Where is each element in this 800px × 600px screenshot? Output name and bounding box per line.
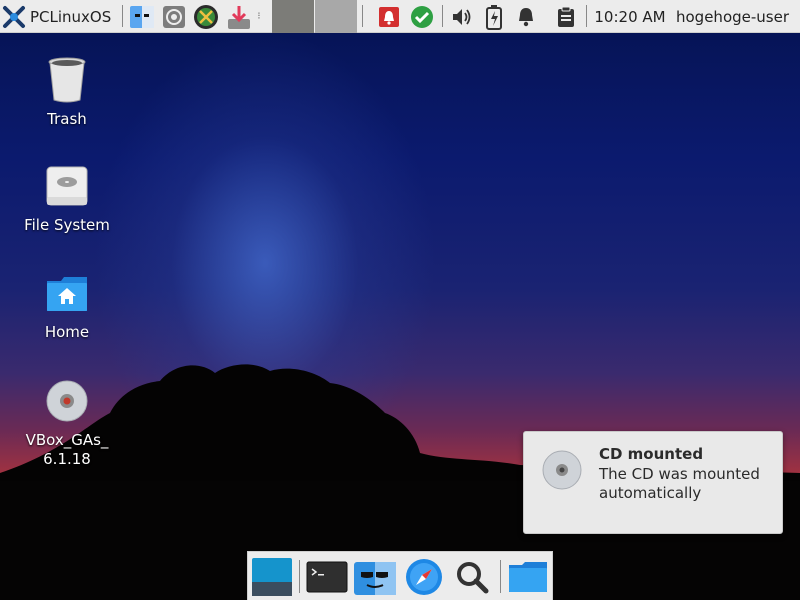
notification-alert-icon bbox=[379, 6, 399, 27]
notification-popup[interactable]: CD mounted The CD was mounted automatica… bbox=[523, 431, 783, 534]
desktop-icon-vbox-cd[interactable]: VBox_GAs_ 6.1.18 bbox=[12, 380, 122, 469]
update-check-icon bbox=[411, 5, 433, 28]
panel-separator bbox=[122, 5, 123, 27]
workspace-2[interactable] bbox=[315, 0, 357, 33]
bell-icon bbox=[519, 7, 533, 26]
cd-icon bbox=[542, 450, 582, 490]
desktop-icon-label-line2: 6.1.18 bbox=[43, 450, 91, 468]
applications-menu-button[interactable]: PCLinuxOS bbox=[2, 0, 120, 33]
desktop-icon-label: Trash bbox=[47, 110, 87, 128]
download-launcher[interactable] bbox=[225, 0, 253, 33]
battery-icon bbox=[486, 4, 502, 30]
web-browser-icon bbox=[406, 559, 442, 595]
xfce-tools-icon bbox=[194, 4, 218, 29]
search-icon bbox=[457, 562, 489, 594]
system-settings-icon bbox=[163, 5, 185, 28]
cd-icon bbox=[46, 380, 88, 422]
file-manager-button[interactable] bbox=[353, 556, 397, 598]
drive-icon bbox=[46, 166, 88, 206]
terminal-button[interactable] bbox=[305, 556, 349, 598]
user-menu[interactable]: hogehoge-user bbox=[676, 0, 800, 33]
folder-button[interactable] bbox=[506, 556, 550, 598]
pclinuxos-logo-icon bbox=[3, 5, 25, 28]
workspace-1[interactable] bbox=[272, 0, 314, 33]
desktop-icon-label: Home bbox=[44, 323, 90, 341]
panel-separator bbox=[442, 5, 443, 27]
volume-icon bbox=[453, 8, 471, 25]
web-browser-button[interactable] bbox=[402, 556, 446, 598]
desktop-icon-file-system[interactable]: File System bbox=[12, 165, 122, 235]
top-panel: PCLinuxOS ⁝ 10:20 AM hogehoge-user bbox=[0, 0, 800, 33]
notifications-button[interactable] bbox=[512, 0, 540, 33]
desktop-icon-label: File System bbox=[24, 216, 110, 234]
dock-separator bbox=[500, 560, 501, 593]
battery-button[interactable] bbox=[480, 0, 508, 33]
dock-separator bbox=[299, 560, 300, 593]
volume-button[interactable] bbox=[448, 0, 476, 33]
home-folder-icon bbox=[47, 277, 87, 311]
file-manager-icon bbox=[354, 562, 396, 595]
download-icon bbox=[228, 5, 250, 29]
settings-launcher[interactable] bbox=[160, 0, 188, 33]
dock bbox=[247, 551, 553, 600]
panel-separator bbox=[586, 5, 587, 27]
panel-handle-icon[interactable]: ⁝ bbox=[254, 0, 264, 33]
show-desktop-icon bbox=[252, 558, 292, 596]
clipboard-icon bbox=[558, 6, 574, 27]
clipboard-button[interactable] bbox=[552, 0, 580, 33]
notification-body: The CD was mounted automatically bbox=[599, 465, 760, 502]
finder-launcher[interactable] bbox=[128, 0, 156, 33]
menu-label: PCLinuxOS bbox=[30, 7, 112, 26]
update-check-button[interactable] bbox=[408, 0, 436, 33]
search-button[interactable] bbox=[450, 556, 494, 598]
tools-launcher[interactable] bbox=[192, 0, 220, 33]
panel-separator bbox=[362, 5, 363, 27]
notification-alert-button[interactable] bbox=[375, 0, 403, 33]
terminal-icon bbox=[306, 561, 348, 593]
show-desktop-button[interactable] bbox=[250, 556, 294, 598]
folder-icon bbox=[509, 562, 547, 592]
desktop-icon-trash[interactable]: Trash bbox=[12, 56, 122, 129]
desktop-icon-label-line1: VBox_GAs_ bbox=[25, 431, 109, 449]
desktop-icon-home[interactable]: Home bbox=[12, 275, 122, 342]
trash-icon bbox=[48, 57, 86, 103]
finder-face-icon bbox=[130, 5, 154, 28]
notification-title: CD mounted bbox=[599, 445, 704, 463]
clock[interactable]: 10:20 AM bbox=[590, 0, 670, 33]
